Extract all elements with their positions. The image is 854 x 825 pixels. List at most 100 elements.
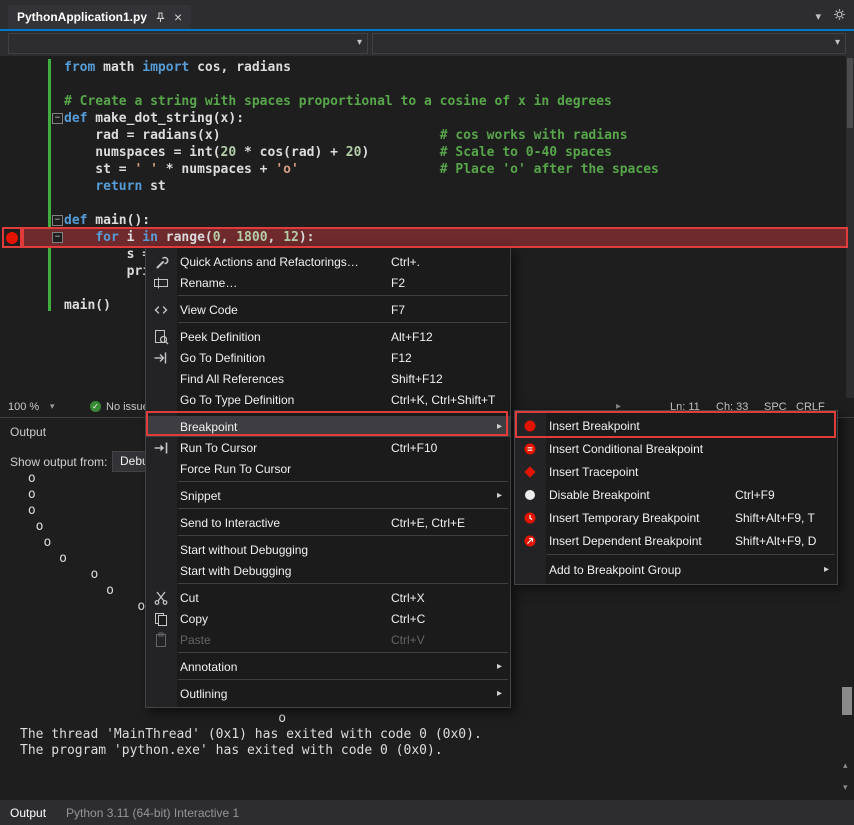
copy-icon (146, 611, 176, 627)
menu-item-cut[interactable]: CutCtrl+X (146, 587, 510, 608)
submenu-arrow-icon: ▸ (497, 688, 502, 699)
menu-item-label: Go To Definition (180, 351, 265, 365)
scrollbar-thumb[interactable] (847, 58, 853, 128)
menu-separator (178, 583, 508, 584)
menu-item-shortcut: F12 (391, 351, 412, 365)
code-token: ): (299, 230, 315, 245)
output-line: The program 'python.exe' has exited with… (0, 743, 838, 759)
code-token: st (142, 179, 165, 194)
menu-item-paste[interactable]: Paste Ctrl+V (146, 629, 510, 650)
menu-item-label: Annotation (180, 660, 237, 674)
code-line[interactable]: numspaces = int(20 * cos(rad) + 20) # Sc… (24, 144, 846, 161)
menu-item-go-to-type-definition[interactable]: Go To Type DefinitionCtrl+K, Ctrl+Shift+… (146, 389, 510, 410)
pin-icon[interactable] (155, 12, 166, 23)
code-line[interactable]: from math import cos, radians (24, 59, 846, 76)
project-dropdown[interactable]: ▾ (8, 33, 368, 54)
scroll-up-arrow-icon[interactable]: ▴ (843, 760, 848, 771)
gear-icon[interactable] (833, 8, 846, 24)
code-token (64, 179, 95, 194)
fold-collapse-icon[interactable]: − (52, 113, 63, 124)
editor-vertical-scrollbar[interactable] (846, 56, 854, 398)
member-dropdown[interactable]: ▾ (372, 33, 846, 54)
submenu-item-insert-tracepoint[interactable]: Insert Tracepoint (515, 460, 837, 483)
code-token: from (64, 60, 95, 75)
code-line[interactable]: # Create a string with spaces proportion… (24, 93, 846, 110)
menu-item-quick-actions-and-refactorings[interactable]: Quick Actions and Refactorings…Ctrl+. (146, 251, 510, 272)
fold-collapse-icon[interactable]: − (52, 232, 63, 243)
submenu-item-insert-dependent-breakpoint[interactable]: Insert Dependent BreakpointShift+Alt+F9,… (515, 529, 837, 552)
fold-collapse-icon[interactable]: − (52, 215, 63, 226)
code-line[interactable]: −def main(): (24, 212, 846, 229)
code-line[interactable]: rad = radians(x) # cos works with radian… (24, 127, 846, 144)
menu-separator (178, 679, 508, 680)
code-line[interactable]: return st (24, 178, 846, 195)
scrollbar-thumb[interactable] (842, 687, 852, 715)
submenu-item-add-to-breakpoint-group[interactable]: Add to Breakpoint Group▸ (515, 558, 837, 581)
code-token (299, 162, 440, 177)
code-line[interactable] (24, 76, 846, 93)
document-list-chevron-icon[interactable]: ▾ (815, 10, 821, 23)
zoom-level[interactable]: 100 % (8, 401, 39, 413)
code-line[interactable]: st = ' ' * numspaces + 'o' # Place 'o' a… (24, 161, 846, 178)
output-line: The thread 'MainThread' (0x1) has exited… (0, 727, 838, 743)
chevron-down-icon[interactable]: ▾ (50, 401, 55, 412)
code-token: 'o' (275, 162, 298, 177)
submenu-item-insert-temporary-breakpoint[interactable]: Insert Temporary BreakpointShift+Alt+F9,… (515, 506, 837, 529)
menu-item-run-to-cursor[interactable]: Run To CursorCtrl+F10 (146, 437, 510, 458)
tab-python-interactive[interactable]: Python 3.11 (64-bit) Interactive 1 (56, 802, 249, 824)
menu-item-peek-definition[interactable]: Peek DefinitionAlt+F12 (146, 326, 510, 347)
menu-item-shortcut: Ctrl+. (391, 255, 420, 269)
menu-item-force-run-to-cursor[interactable]: Force Run To Cursor (146, 458, 510, 479)
submenu-item-insert-breakpoint[interactable]: Insert Breakpoint (515, 414, 837, 437)
menu-item-go-to-definition[interactable]: Go To Definition F12 (146, 347, 510, 368)
menu-item-shortcut: Ctrl+V (391, 633, 425, 647)
health-check-icon[interactable]: ✓ (90, 401, 101, 412)
output-vertical-scrollbar[interactable]: ▴ ▾ (840, 422, 854, 797)
menu-item-label: Outlining (180, 687, 227, 701)
visual-studio-window: PythonApplication1.py × ▾ ▾ ▾ from math … (0, 0, 854, 825)
menu-item-shortcut: Ctrl+K, Ctrl+Shift+T (391, 393, 495, 407)
code-token: ' ' (134, 162, 157, 177)
conditional-breakpoint-icon (515, 441, 545, 457)
submenu-item-disable-breakpoint[interactable]: Disable BreakpointCtrl+F9 (515, 483, 837, 506)
scroll-down-arrow-icon[interactable]: ▾ (843, 782, 848, 793)
menu-item-label: View Code (180, 303, 238, 317)
menu-item-rename[interactable]: Rename…F2 (146, 272, 510, 293)
menu-item-copy[interactable]: CopyCtrl+C (146, 608, 510, 629)
menu-item-find-all-references[interactable]: Find All ReferencesShift+F12 (146, 368, 510, 389)
tab-output[interactable]: Output (0, 802, 56, 824)
breakpoint-dot-icon[interactable] (6, 232, 18, 244)
code-token: 0 (213, 230, 221, 245)
menu-item-start-without-debugging[interactable]: Start without Debugging (146, 539, 510, 560)
tab-bar-controls: ▾ (815, 8, 846, 24)
code-token: math (95, 60, 142, 75)
code-token: def (64, 111, 87, 126)
menu-item-send-to-interactive[interactable]: Send to InteractiveCtrl+E, Ctrl+E (146, 512, 510, 533)
menu-item-label: Snippet (180, 489, 221, 503)
document-tab-title: PythonApplication1.py (17, 10, 147, 24)
submenu-item-insert-conditional-breakpoint[interactable]: Insert Conditional Breakpoint (515, 437, 837, 460)
code-line-breakpoint[interactable]: − for i in range(0, 1800, 12): (24, 229, 846, 246)
menu-item-start-with-debugging[interactable]: Start with Debugging (146, 560, 510, 581)
menu-item-outlining[interactable]: Outlining ▸ (146, 683, 510, 704)
code-line[interactable]: −def make_dot_string(x): (24, 110, 846, 127)
code-token: make_dot_string(x): (87, 111, 244, 126)
menu-separator (178, 652, 508, 653)
run-to-cursor-icon (146, 440, 176, 456)
document-tab[interactable]: PythonApplication1.py × (8, 5, 191, 29)
code-token: numspaces = int( (64, 145, 221, 160)
dependent-breakpoint-icon (515, 533, 545, 549)
navigation-bar: ▾ ▾ (0, 33, 854, 56)
menu-item-annotation[interactable]: Annotation▸ (146, 656, 510, 677)
menu-item-shortcut: F2 (391, 276, 405, 290)
menu-item-snippet[interactable]: Snippet▸ (146, 485, 510, 506)
menu-item-view-code[interactable]: View CodeF7 (146, 299, 510, 320)
menu-item-breakpoint[interactable]: Breakpoint▸ (146, 416, 510, 437)
menu-item-label: Paste (180, 633, 211, 647)
temporary-breakpoint-icon (515, 510, 545, 526)
code-token (64, 230, 95, 245)
code-line[interactable] (24, 195, 846, 212)
menu-item-label: Disable Breakpoint (549, 488, 650, 502)
close-icon[interactable]: × (174, 10, 182, 24)
tracepoint-icon (515, 464, 545, 480)
